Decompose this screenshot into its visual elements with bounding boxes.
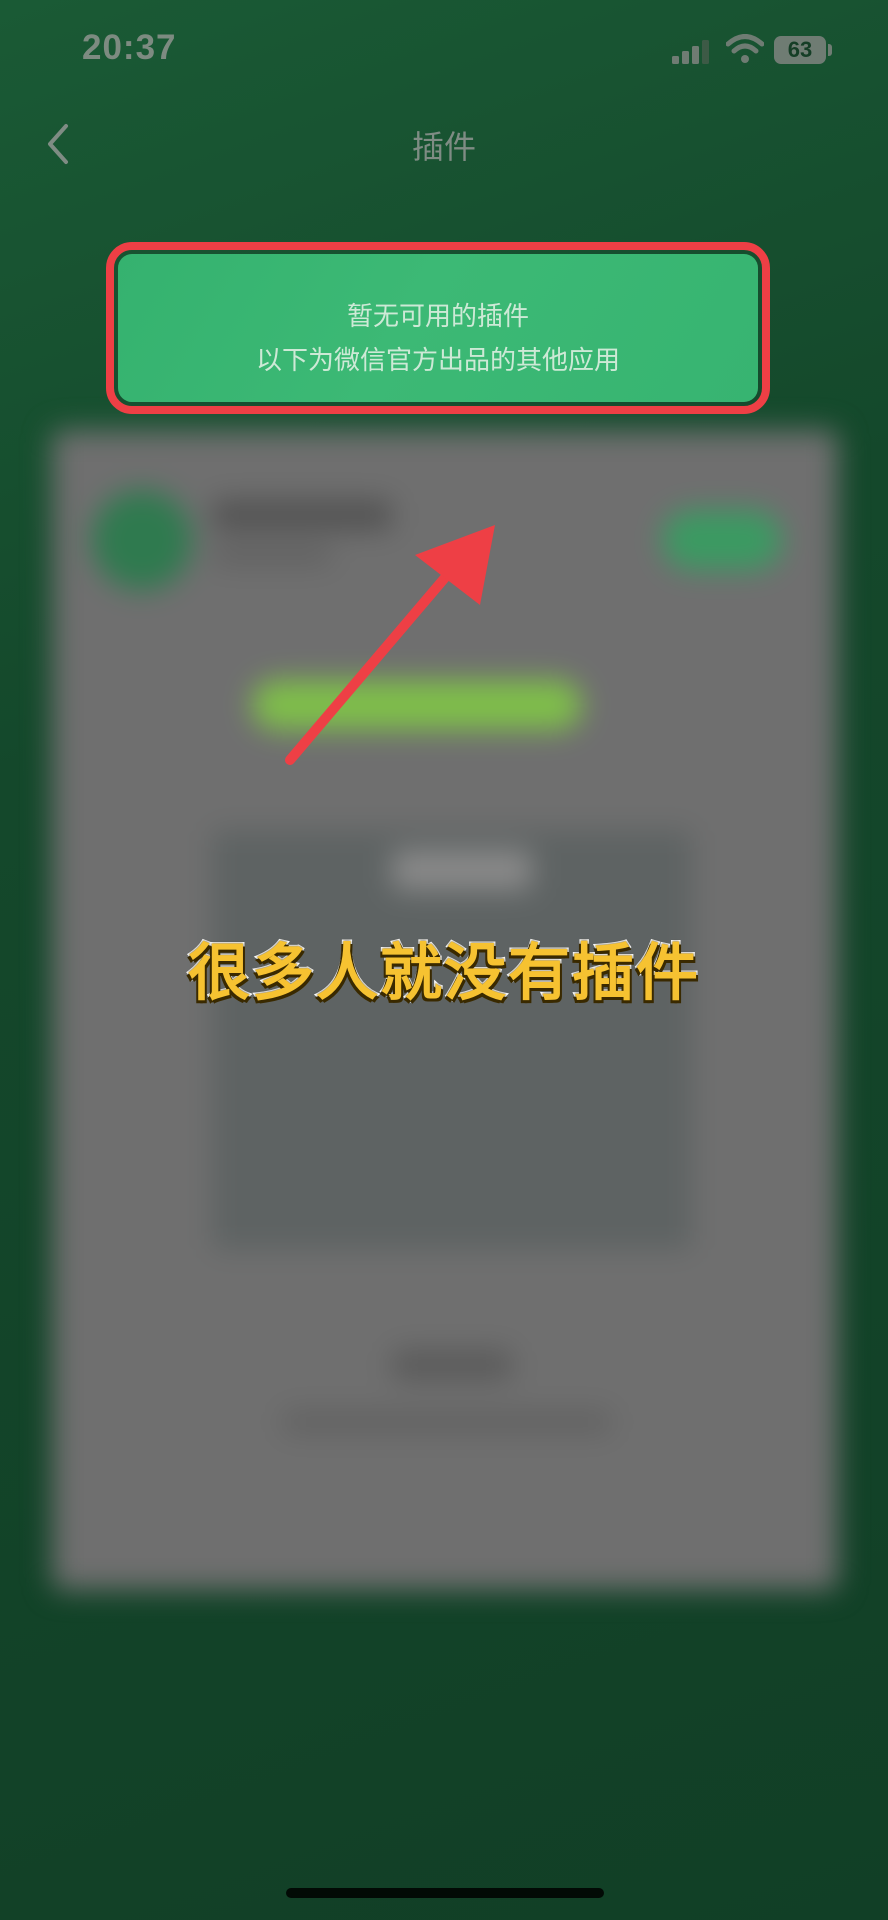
status-time: 20:37: [82, 28, 177, 67]
status-bar: 20:37 63: [0, 0, 888, 100]
highlight-outline: [106, 242, 770, 414]
wifi-icon: [726, 34, 764, 63]
signal-bars-icon: [672, 40, 709, 64]
battery-tip: [828, 44, 832, 56]
arrow-annotation-icon: [285, 525, 495, 765]
screen: 20:37 63 插件 暂无可用的插件 以下为微信官方出品的其他应用 很多人就没…: [0, 0, 888, 1920]
battery-indicator: 63: [774, 36, 826, 64]
home-indicator[interactable]: [286, 1888, 604, 1898]
page-title: 插件: [411, 128, 476, 166]
caption-overlay: 很多人就没有插件: [186, 935, 700, 1011]
